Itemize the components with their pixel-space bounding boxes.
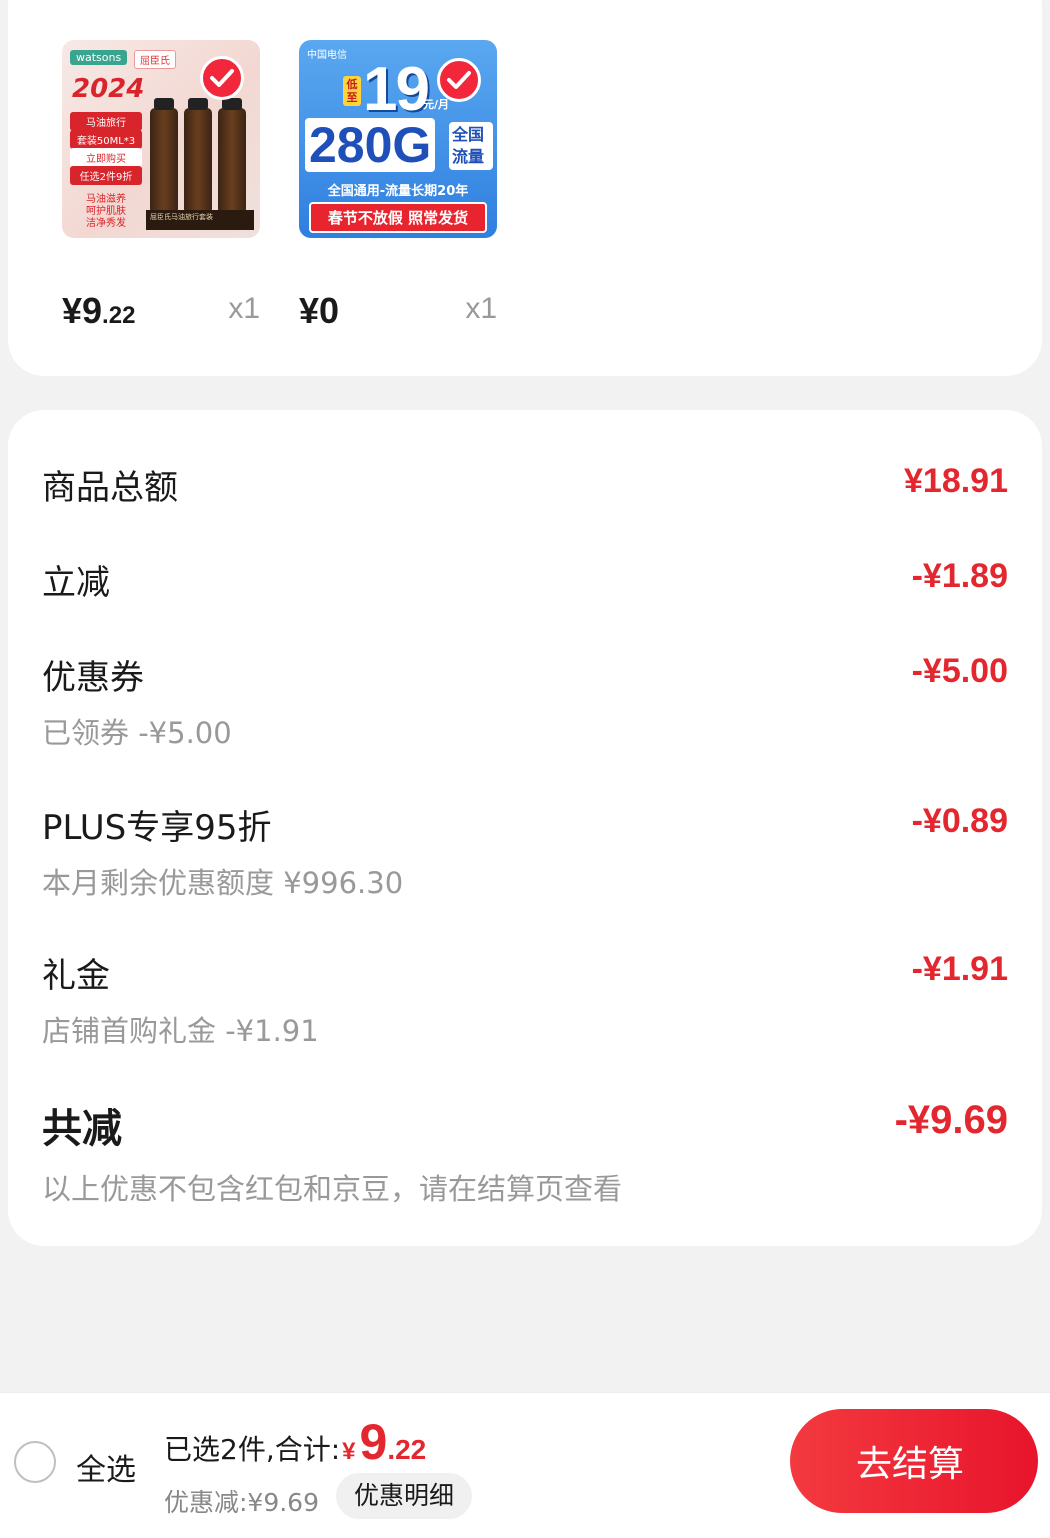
thumb-tag: 任选2件9折	[70, 166, 142, 185]
total-discount-value: -¥9.69	[894, 1098, 1008, 1142]
row-label-coupon: 优惠券	[42, 658, 144, 698]
product-price: ¥0	[299, 290, 339, 332]
product-quantity: x1	[228, 292, 260, 325]
discount-amount: 优惠减:¥9.69	[164, 1488, 319, 1517]
price-dec: .22	[102, 302, 136, 329]
row-label-gift-money: 礼金	[42, 956, 110, 996]
product-price: ¥9.22	[62, 290, 135, 332]
thumb-base-text: 屈臣氏马油旅行套装	[146, 210, 254, 230]
discount-detail-button[interactable]: 优惠明细	[336, 1473, 473, 1519]
thumb-data-amount: 280G	[305, 118, 436, 172]
selected-total: 已选2件,合计: ¥ 9 .22	[164, 1413, 426, 1471]
thumb-unit: 元/月	[423, 98, 450, 111]
thumb-tag: 立即购买	[70, 148, 142, 167]
product-item-watsons[interactable]: watsons 屈臣氏 2024 马油旅行 套装50ML*3 立即购买 任选2件…	[62, 40, 260, 331]
row-value-plus: -¥0.89	[911, 802, 1008, 840]
thumb-brand: watsons	[70, 50, 128, 65]
total-discount-label: 共减	[42, 1106, 122, 1152]
check-icon[interactable]	[200, 56, 244, 100]
thumb-brand2: 屈臣氏	[134, 50, 176, 69]
price-int: ¥9	[62, 290, 103, 331]
selected-products-card: watsons 屈臣氏 2024 马油旅行 套装50ML*3 立即购买 任选2件…	[8, 0, 1042, 376]
row-value-goods-total: ¥18.91	[904, 462, 1008, 500]
selected-total-label: 已选2件,合计:	[164, 1433, 341, 1466]
bottle-graphic	[218, 98, 246, 212]
row-label-goods-total: 商品总额	[42, 468, 178, 508]
total-decimal: .22	[387, 1434, 427, 1465]
price-int: ¥0	[299, 290, 340, 331]
select-all-label[interactable]: 全选	[76, 1445, 136, 1489]
row-label-plus: PLUS专享95折	[42, 808, 272, 848]
thumb-low-tag: 低至	[343, 76, 361, 106]
row-value-gift-money: -¥1.91	[911, 950, 1008, 988]
row-sub-plus: 本月剩余优惠额度 ¥996.30	[42, 866, 404, 900]
currency-symbol: ¥	[342, 1438, 356, 1465]
thumb-year: 2024	[72, 74, 145, 104]
telecom-logo: 中国电信	[307, 50, 347, 61]
row-value-coupon: -¥5.00	[911, 652, 1008, 690]
check-icon[interactable]	[437, 58, 481, 102]
total-integer: 9	[359, 1414, 388, 1470]
thumb-line2: 春节不放假 照常发货	[309, 202, 487, 233]
product-image-telecom[interactable]: 中国电信 低至 19 元/月 280G 全国流量 全国通用-流量长期20年 春节…	[299, 40, 497, 238]
checkout-bar: 全选 已选2件,合计: ¥ 9 .22 优惠减:¥9.69 优惠明细 去结算	[0, 1392, 1050, 1538]
row-sub-coupon: 已领券 -¥5.00	[42, 716, 232, 750]
product-image-watsons[interactable]: watsons 屈臣氏 2024 马油旅行 套装50ML*3 立即购买 任选2件…	[62, 40, 260, 238]
thumb-tag: 洁净秀发	[86, 218, 126, 229]
thumb-tag: 套装50ML*3	[70, 130, 142, 149]
row-label-instant-discount: 立减	[42, 563, 110, 603]
price-summary-card: 商品总额 ¥18.91 立减 -¥1.89 优惠券 -¥5.00 已领券 -¥5…	[8, 410, 1042, 1246]
discount-note: 以上优惠不包含红包和京豆，请在结算页查看	[42, 1172, 623, 1206]
bottle-graphic	[184, 98, 212, 212]
product-item-telecom[interactable]: 中国电信 低至 19 元/月 280G 全国流量 全国通用-流量长期20年 春节…	[299, 40, 497, 331]
row-value-instant-discount: -¥1.89	[911, 557, 1008, 595]
thumb-tag: 马油旅行	[70, 112, 142, 131]
checkout-button[interactable]: 去结算	[790, 1409, 1038, 1513]
row-sub-gift-money: 店铺首购礼金 -¥1.91	[42, 1014, 319, 1048]
thumb-data-side: 全国流量	[449, 122, 493, 170]
select-all-checkbox[interactable]	[14, 1441, 56, 1483]
thumb-line1: 全国通用-流量长期20年	[327, 184, 469, 199]
bottle-graphic	[150, 98, 178, 212]
thumb-price-number: 19	[363, 55, 430, 124]
product-quantity: x1	[465, 292, 497, 325]
